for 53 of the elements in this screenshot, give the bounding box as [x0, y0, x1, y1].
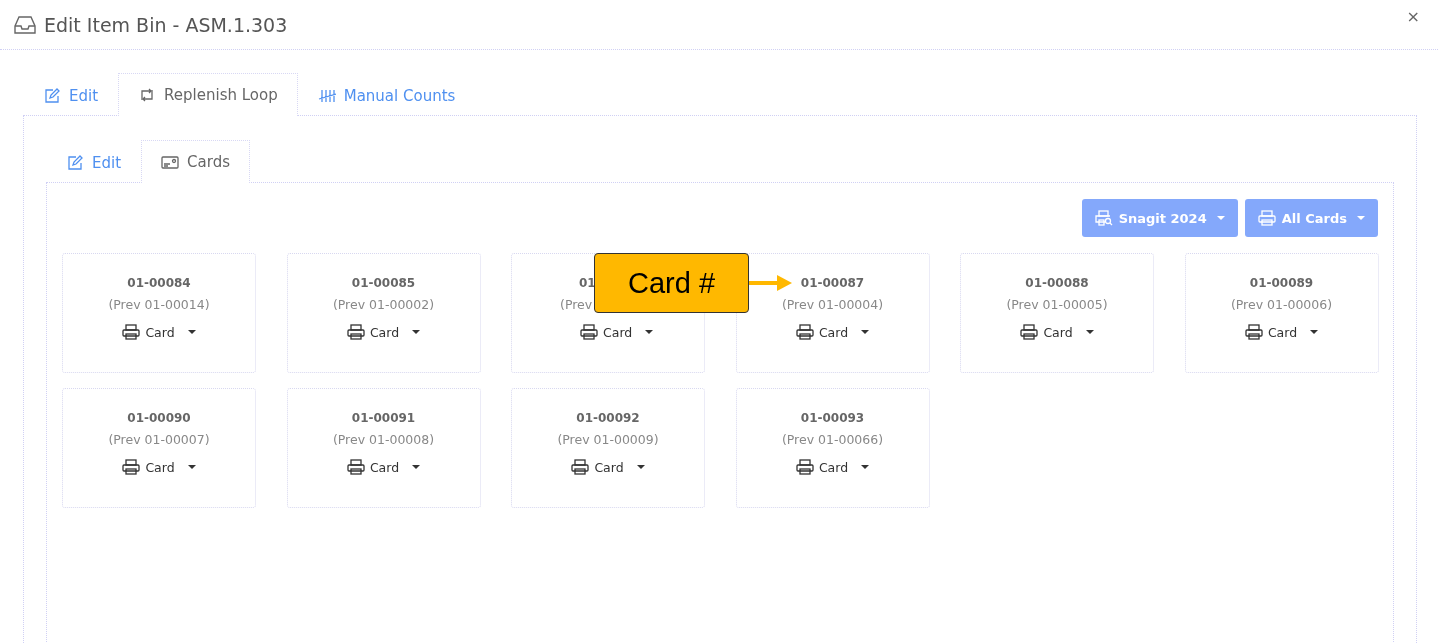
- card-number: 01: [579, 276, 596, 290]
- previous-card-number: (Prev 01-00014): [108, 297, 210, 312]
- previous-card-number: (Prev 01-00007): [108, 432, 210, 447]
- card-number: 01-00088: [1025, 276, 1089, 290]
- tab[interactable]: Cards: [141, 140, 250, 183]
- card-number: 01-00090: [127, 411, 191, 425]
- card-number: 01-00093: [800, 411, 865, 425]
- previous-card-number: (Prev 01-00004): [781, 297, 884, 312]
- inbox-icon: [14, 14, 36, 35]
- previous-card-number: (Prev 01-00008): [332, 432, 435, 447]
- printer-icon: [1257, 210, 1276, 226]
- card-number: 01-00087: [800, 276, 865, 290]
- card-print-button[interactable]: Card: [346, 459, 421, 475]
- previous-card-number: (Prev 01-00006): [1230, 297, 1333, 312]
- card-print-button[interactable]: Card: [580, 324, 654, 340]
- tab[interactable]: Replenish Loop: [118, 73, 298, 116]
- previous-card-number: (Prev 01-00005): [1006, 297, 1108, 312]
- card-print-button[interactable]: Card: [571, 459, 645, 475]
- previous-card-number: (Prev 01-00009): [557, 432, 659, 447]
- edit-icon: [66, 154, 84, 171]
- arrow-icon: [749, 274, 793, 292]
- card-number: 01-00091: [351, 411, 416, 425]
- card-print-button[interactable]: Card: [122, 324, 196, 340]
- card-number: 01-00092: [576, 411, 640, 425]
- card-print-button[interactable]: Card: [795, 324, 870, 340]
- card-print-button[interactable]: Card: [1020, 324, 1094, 340]
- printer-icon: [346, 324, 365, 340]
- tally-icon: [317, 87, 336, 104]
- close-button[interactable]: ×: [1400, 6, 1426, 27]
- card-print-button[interactable]: Card: [346, 324, 421, 340]
- previous-card-number: (Prev 01-00066): [781, 432, 884, 447]
- card-print-button[interactable]: Card: [795, 459, 870, 475]
- edit-icon: [43, 87, 61, 104]
- card-number: 01-00085: [351, 276, 416, 290]
- card-number: 01-00089: [1249, 276, 1314, 290]
- card-icon: [161, 154, 180, 170]
- printer-icon: [571, 459, 590, 475]
- printer-icon: [122, 324, 141, 340]
- printer-icon: [122, 459, 141, 475]
- window-title: Edit Item Bin - ASM.1.303: [44, 13, 288, 36]
- printer-search-icon: [1094, 210, 1113, 226]
- printer-icon: [1020, 324, 1039, 340]
- card-number: 01-00084: [127, 276, 191, 290]
- printer-icon: [346, 459, 365, 475]
- callout: Card #: [594, 253, 749, 313]
- card-print-button[interactable]: Card: [122, 459, 196, 475]
- card-print-button[interactable]: Card: [1244, 324, 1319, 340]
- previous-card-number: (Prev: [560, 297, 593, 312]
- printer-icon: [795, 324, 814, 340]
- printer-icon: [795, 459, 814, 475]
- printer-icon: [1244, 324, 1263, 340]
- previous-card-number: (Prev 01-00002): [332, 297, 435, 312]
- printer-icon: [580, 324, 598, 340]
